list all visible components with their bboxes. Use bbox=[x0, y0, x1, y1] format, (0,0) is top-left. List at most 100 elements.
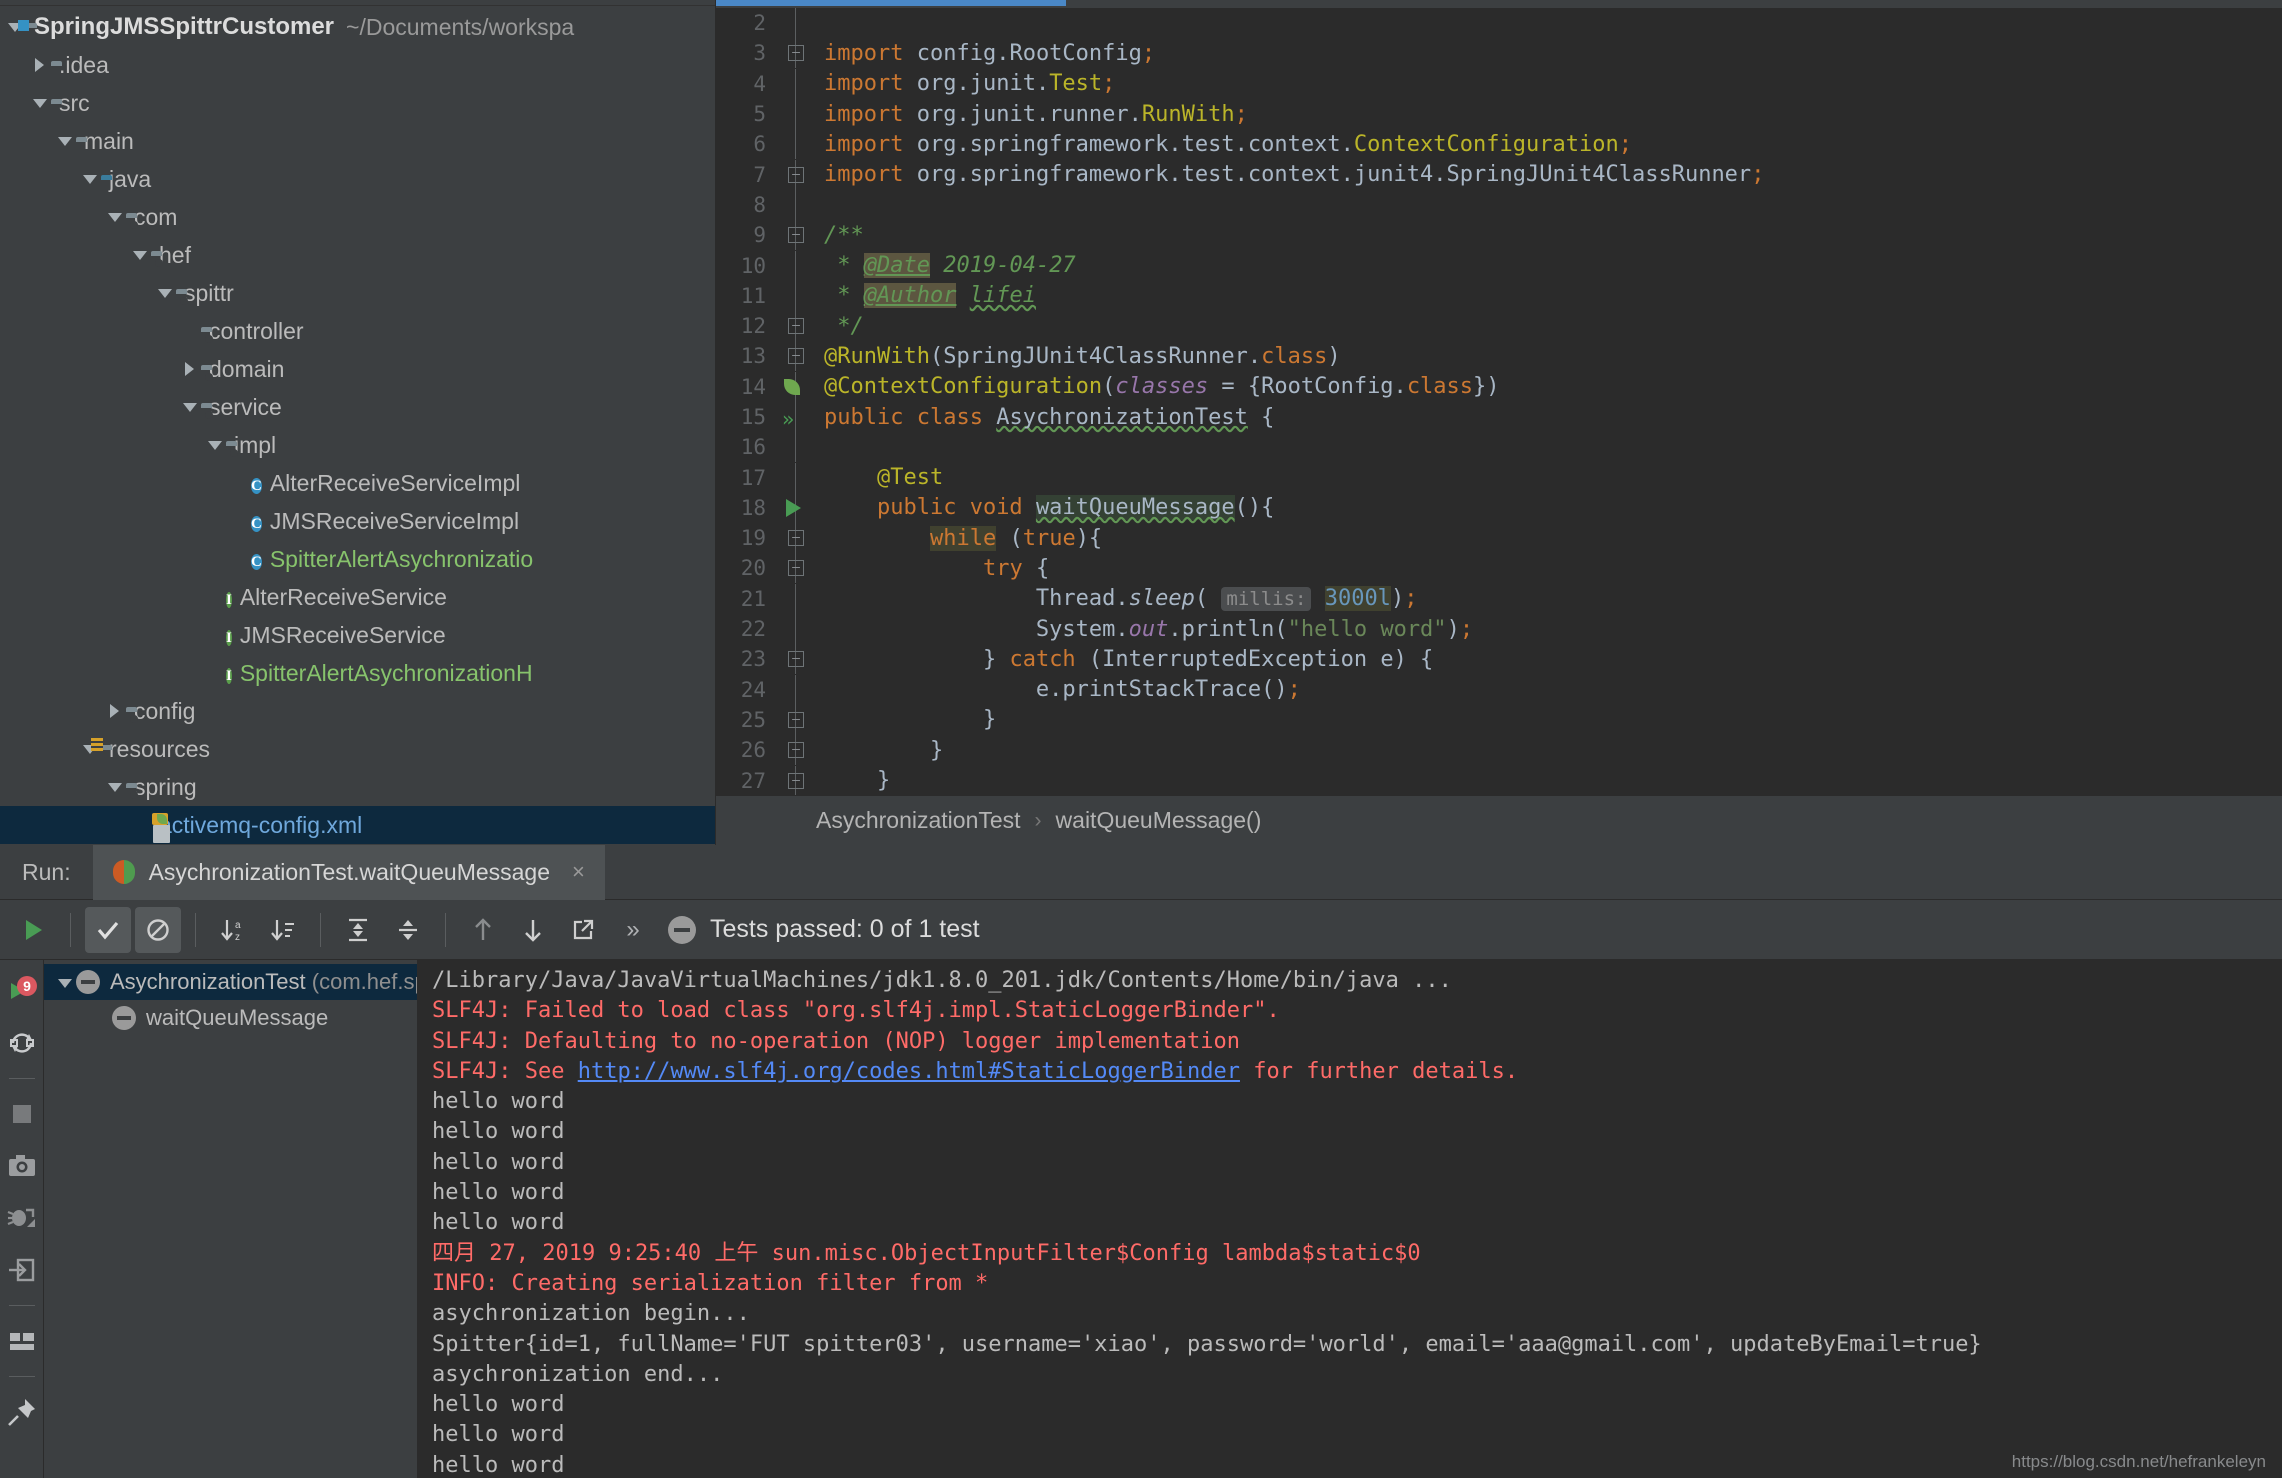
chevron-right-icon[interactable] bbox=[179, 350, 201, 388]
run-class-gutter-icon[interactable]: » bbox=[782, 407, 794, 431]
chevron-down-icon[interactable] bbox=[129, 236, 151, 274]
code-line[interactable]: 26 – } bbox=[716, 735, 2282, 766]
code-line[interactable]: 21 Thread.sleep( millis: 3000l); bbox=[716, 583, 2282, 614]
code-line[interactable]: 7 – import org.springframework.test.contex… bbox=[716, 159, 2282, 190]
editor-gutter[interactable] bbox=[772, 371, 824, 402]
project-root-row[interactable]: SpringJMSSpittrCustomer ~/Documents/works… bbox=[0, 8, 715, 46]
code-text[interactable] bbox=[824, 435, 2282, 460]
console-link[interactable]: http://www.slf4j.org/codes.html#StaticLo… bbox=[578, 1059, 1240, 1084]
chevron-down-icon[interactable] bbox=[54, 964, 76, 1000]
project-tree[interactable]: SpringJMSSpittrCustomer ~/Documents/works… bbox=[0, 6, 715, 844]
code-line[interactable]: 9 – /** bbox=[716, 220, 2282, 251]
run-tab[interactable]: AsychronizationTest.waitQueuMessage × bbox=[92, 844, 605, 900]
code-line[interactable]: 10 * @Date 2019-04-27 bbox=[716, 250, 2282, 281]
code-text[interactable]: public class AsychronizationTest { bbox=[824, 405, 2282, 430]
tree-item-controller[interactable]: controller bbox=[0, 312, 715, 350]
editor-gutter[interactable]: – bbox=[772, 38, 824, 69]
tree-item-service[interactable]: service bbox=[0, 388, 715, 426]
editor-gutter[interactable] bbox=[772, 250, 824, 281]
tree-item-java[interactable]: java bbox=[0, 160, 715, 198]
expand-all-button[interactable] bbox=[335, 907, 381, 953]
code-line[interactable]: 3 – import config.RootConfig; bbox=[716, 38, 2282, 69]
code-line[interactable]: 6 import org.springframework.test.context… bbox=[716, 129, 2282, 160]
code-text[interactable]: @ContextConfiguration(classes = {RootCon… bbox=[824, 374, 2282, 399]
rerun-with-count-icon[interactable]: 9 bbox=[5, 974, 39, 1008]
fold-end-icon[interactable]: – bbox=[788, 711, 804, 728]
code-line[interactable]: 20 – try { bbox=[716, 553, 2282, 584]
tree-item-impl[interactable]: impl bbox=[0, 426, 715, 464]
editor-gutter[interactable]: – bbox=[772, 765, 824, 795]
tree-item-resources[interactable]: resources bbox=[0, 730, 715, 768]
fold-collapse-icon[interactable]: – bbox=[788, 45, 804, 62]
test-results-tree[interactable]: AsychronizationTest (com.hef.spittr.s wai… bbox=[44, 960, 418, 1478]
code-line[interactable]: 22 System.out.println("hello word"); bbox=[716, 614, 2282, 645]
sort-by-duration-button[interactable] bbox=[260, 907, 306, 953]
chevron-down-icon[interactable] bbox=[154, 274, 176, 312]
editor-gutter[interactable]: – bbox=[772, 159, 824, 190]
editor-gutter[interactable] bbox=[772, 280, 824, 311]
tree-item-spitteralertasychronizationh[interactable]: I SpitterAlertAsychronizationH bbox=[0, 654, 715, 692]
code-text[interactable]: } bbox=[824, 738, 2282, 763]
tree-item-com[interactable]: com bbox=[0, 198, 715, 236]
editor-gutter[interactable] bbox=[772, 189, 824, 220]
code-text[interactable]: } bbox=[824, 707, 2282, 732]
sort-alphabetically-button[interactable]: az bbox=[210, 907, 256, 953]
editor-gutter[interactable]: – bbox=[772, 341, 824, 372]
fold-end-icon[interactable]: – bbox=[788, 772, 804, 789]
code-editor[interactable]: 2 3 – import config.RootConfig; 4 import org… bbox=[716, 0, 2282, 845]
next-failed-test-button[interactable] bbox=[510, 907, 556, 953]
close-icon[interactable]: × bbox=[572, 859, 585, 885]
chevron-down-icon[interactable] bbox=[54, 122, 76, 160]
code-text[interactable]: try { bbox=[824, 556, 2282, 581]
code-text[interactable]: import org.junit.Test; bbox=[824, 71, 2282, 96]
editor-gutter[interactable]: » bbox=[772, 402, 824, 432]
code-text[interactable]: System.out.println("hello word"); bbox=[824, 617, 2282, 642]
tree-item-hef[interactable]: hef bbox=[0, 236, 715, 274]
code-text[interactable] bbox=[824, 192, 2282, 217]
chevron-down-icon[interactable] bbox=[204, 426, 226, 464]
console-line[interactable]: SLF4J: See http://www.slf4j.org/codes.ht… bbox=[432, 1057, 2282, 1087]
code-line[interactable]: 16 bbox=[716, 432, 2282, 463]
tree-item-src[interactable]: src bbox=[0, 84, 715, 122]
fold-collapse-icon[interactable]: – bbox=[788, 560, 804, 577]
layout-icon[interactable] bbox=[5, 1324, 39, 1358]
chevron-down-icon[interactable] bbox=[29, 84, 51, 122]
tree-item-jmsreceiveserviceimpl[interactable]: C JMSReceiveServiceImpl bbox=[0, 502, 715, 540]
editor-gutter[interactable] bbox=[772, 129, 824, 160]
code-text[interactable]: import config.RootConfig; bbox=[824, 41, 2282, 66]
code-line[interactable]: 8 bbox=[716, 189, 2282, 220]
editor-gutter[interactable]: – bbox=[772, 644, 824, 675]
code-text[interactable]: import org.junit.runner.RunWith; bbox=[824, 102, 2282, 127]
code-text[interactable]: @RunWith(SpringJUnit4ClassRunner.class) bbox=[824, 344, 2282, 369]
code-text[interactable]: Thread.sleep( millis: 3000l); bbox=[824, 586, 2282, 612]
show-passed-toggle[interactable] bbox=[85, 906, 131, 953]
code-line[interactable]: 27 – } bbox=[716, 765, 2282, 795]
more-options-icon[interactable]: » bbox=[610, 907, 656, 953]
show-ignored-toggle[interactable] bbox=[135, 906, 181, 953]
code-text[interactable]: * @Author lifei bbox=[824, 283, 2282, 309]
code-text[interactable]: } catch (InterruptedException e) { bbox=[824, 647, 2282, 672]
editor-gutter[interactable]: – bbox=[772, 553, 824, 584]
run-toolbar[interactable]: az » Tests passed: 0 of 1 test bbox=[0, 900, 2282, 960]
tree-item-main[interactable]: main bbox=[0, 122, 715, 160]
prev-failed-test-button[interactable] bbox=[460, 907, 506, 953]
tree-item-spitteralertasychronizatio[interactable]: C SpitterAlertAsychronizatio bbox=[0, 540, 715, 578]
test-tree-row[interactable]: waitQueuMessage bbox=[44, 1000, 417, 1036]
test-tree-row[interactable]: AsychronizationTest (com.hef.spittr.s bbox=[44, 964, 417, 1000]
run-left-toolbar[interactable]: 9 bbox=[0, 960, 44, 1478]
code-line[interactable]: 14 @ContextConfiguration(classes = {RootC… bbox=[716, 371, 2282, 402]
editor-gutter[interactable] bbox=[772, 68, 824, 99]
code-line[interactable]: 13 – @RunWith(SpringJUnit4ClassRunner.clas… bbox=[716, 341, 2282, 372]
code-line[interactable]: 18 public void waitQueuMessage(){ bbox=[716, 492, 2282, 523]
editor-gutter[interactable]: – bbox=[772, 311, 824, 342]
screenshot-icon[interactable] bbox=[5, 1149, 39, 1183]
chevron-down-icon[interactable] bbox=[104, 768, 126, 806]
fold-collapse-icon[interactable]: – bbox=[788, 227, 804, 244]
editor-gutter[interactable]: – bbox=[772, 704, 824, 735]
editor-gutter[interactable]: – bbox=[772, 735, 824, 766]
fold-end-icon[interactable]: – bbox=[788, 318, 804, 335]
code-line[interactable]: 12 – */ bbox=[716, 311, 2282, 342]
code-line[interactable]: 19 – while (true){ bbox=[716, 523, 2282, 554]
chevron-right-icon[interactable] bbox=[104, 692, 126, 730]
rerun-button[interactable] bbox=[10, 907, 56, 953]
